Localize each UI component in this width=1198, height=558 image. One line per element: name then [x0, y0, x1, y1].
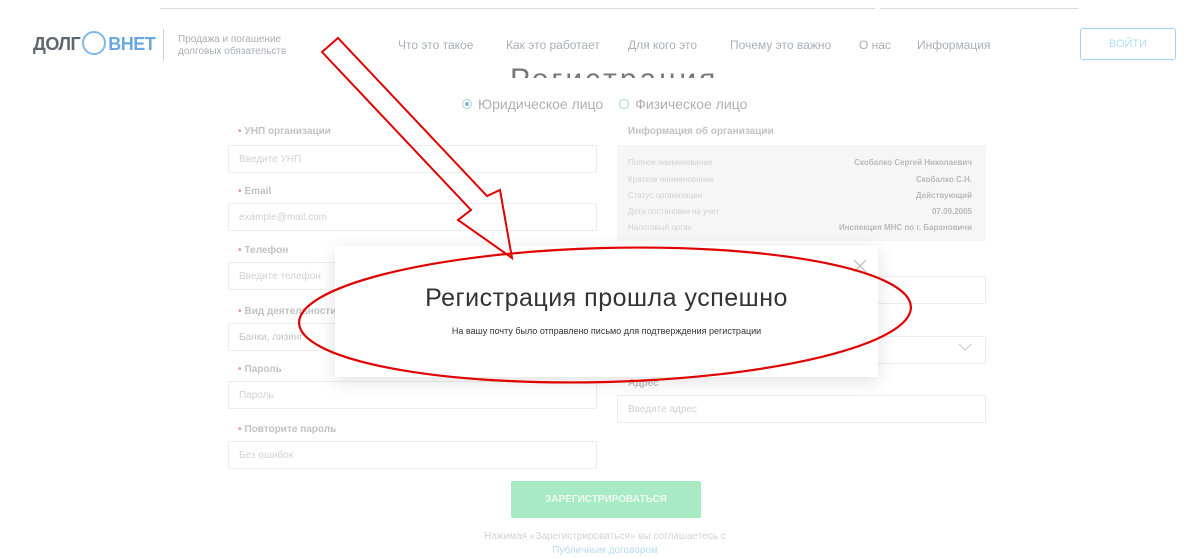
radio-individual-label: Физическое лицо — [635, 96, 748, 112]
logo[interactable]: ДОЛГ ВНЕТ — [33, 31, 156, 57]
password-label: • Пароль — [238, 364, 282, 375]
password-input[interactable]: Пароль — [228, 381, 597, 409]
password-repeat-label: • Повторите пароль — [238, 424, 337, 435]
login-button[interactable]: ВОЙТИ — [1080, 28, 1176, 60]
nav-item-how[interactable]: Как это работает — [506, 38, 600, 52]
address-input[interactable]: Введите адрес — [617, 395, 986, 423]
radio-legal-entity[interactable]: Юридическое лицо — [462, 96, 603, 112]
agreement-text: Нажимая «Зарегистрироваться» вы соглашае… — [440, 530, 770, 558]
org-info-row: Полное наименование Скобалко Сергей Никол… — [628, 158, 972, 167]
modal-title: Регистрация прошла успешно — [425, 284, 788, 312]
unp-input[interactable]: Введите УНП — [228, 145, 597, 173]
logo-circle-icon — [82, 31, 107, 55]
register-button[interactable]: ЗАРЕГИСТРИРОВАТЬСЯ — [511, 481, 701, 518]
success-modal: Регистрация прошла успешно На вашу почту… — [335, 246, 878, 377]
nav-item-for-whom[interactable]: Для кого это — [628, 38, 697, 52]
nav-item-info[interactable]: Информация — [917, 38, 990, 52]
entity-type-radio-group: Юридическое лицо Физическое лицо — [462, 96, 747, 112]
org-info-row: Краткое наименование Скобалко С.Н. — [628, 175, 972, 184]
tagline: Продажа и погашение долговых обязательст… — [178, 34, 287, 57]
radio-legal-label: Юридическое лицо — [478, 96, 604, 112]
email-label: • Email — [238, 186, 272, 197]
modal-message: На вашу почту было отправлено письмо для… — [451, 326, 762, 336]
nav-item-what[interactable]: Что это такое — [398, 38, 473, 52]
password-repeat-input[interactable]: Без ошибок — [228, 441, 597, 469]
unp-label: • УНП организации — [238, 126, 331, 137]
email-input[interactable]: example@mail.com — [228, 203, 597, 231]
radio-individual[interactable]: Физическое лицо — [619, 96, 747, 112]
radio-unchecked-icon — [619, 99, 630, 109]
page-title: Регистрация — [510, 54, 718, 78]
org-info-row: Дата постановки на учет 07.09.2005 — [628, 207, 972, 216]
org-info-row: Статус организации Действующий — [628, 191, 972, 200]
org-info-row: Налоговый орган Инспекция МНС по г. Баран… — [628, 223, 972, 232]
nav-item-about[interactable]: О нас — [859, 38, 891, 52]
phone-label: • Телефон — [238, 245, 289, 256]
logo-text-left: ДОЛГ — [33, 33, 81, 54]
public-contract-link[interactable]: Публичным договором — [440, 544, 770, 558]
org-info-title: Информация об организации — [628, 126, 774, 137]
close-icon[interactable] — [853, 259, 867, 273]
logo-text-right: ВНЕТ — [108, 33, 156, 54]
address-label: Адрес — [628, 378, 659, 389]
top-divider-right — [880, 8, 1078, 9]
radio-checked-icon — [462, 99, 472, 109]
activity-label: • Вид деятельности — [238, 306, 337, 317]
chevron-down-icon — [958, 343, 972, 351]
logo-separator — [163, 29, 164, 61]
nav-item-why[interactable]: Почему это важно — [730, 38, 831, 52]
top-divider — [160, 8, 875, 9]
